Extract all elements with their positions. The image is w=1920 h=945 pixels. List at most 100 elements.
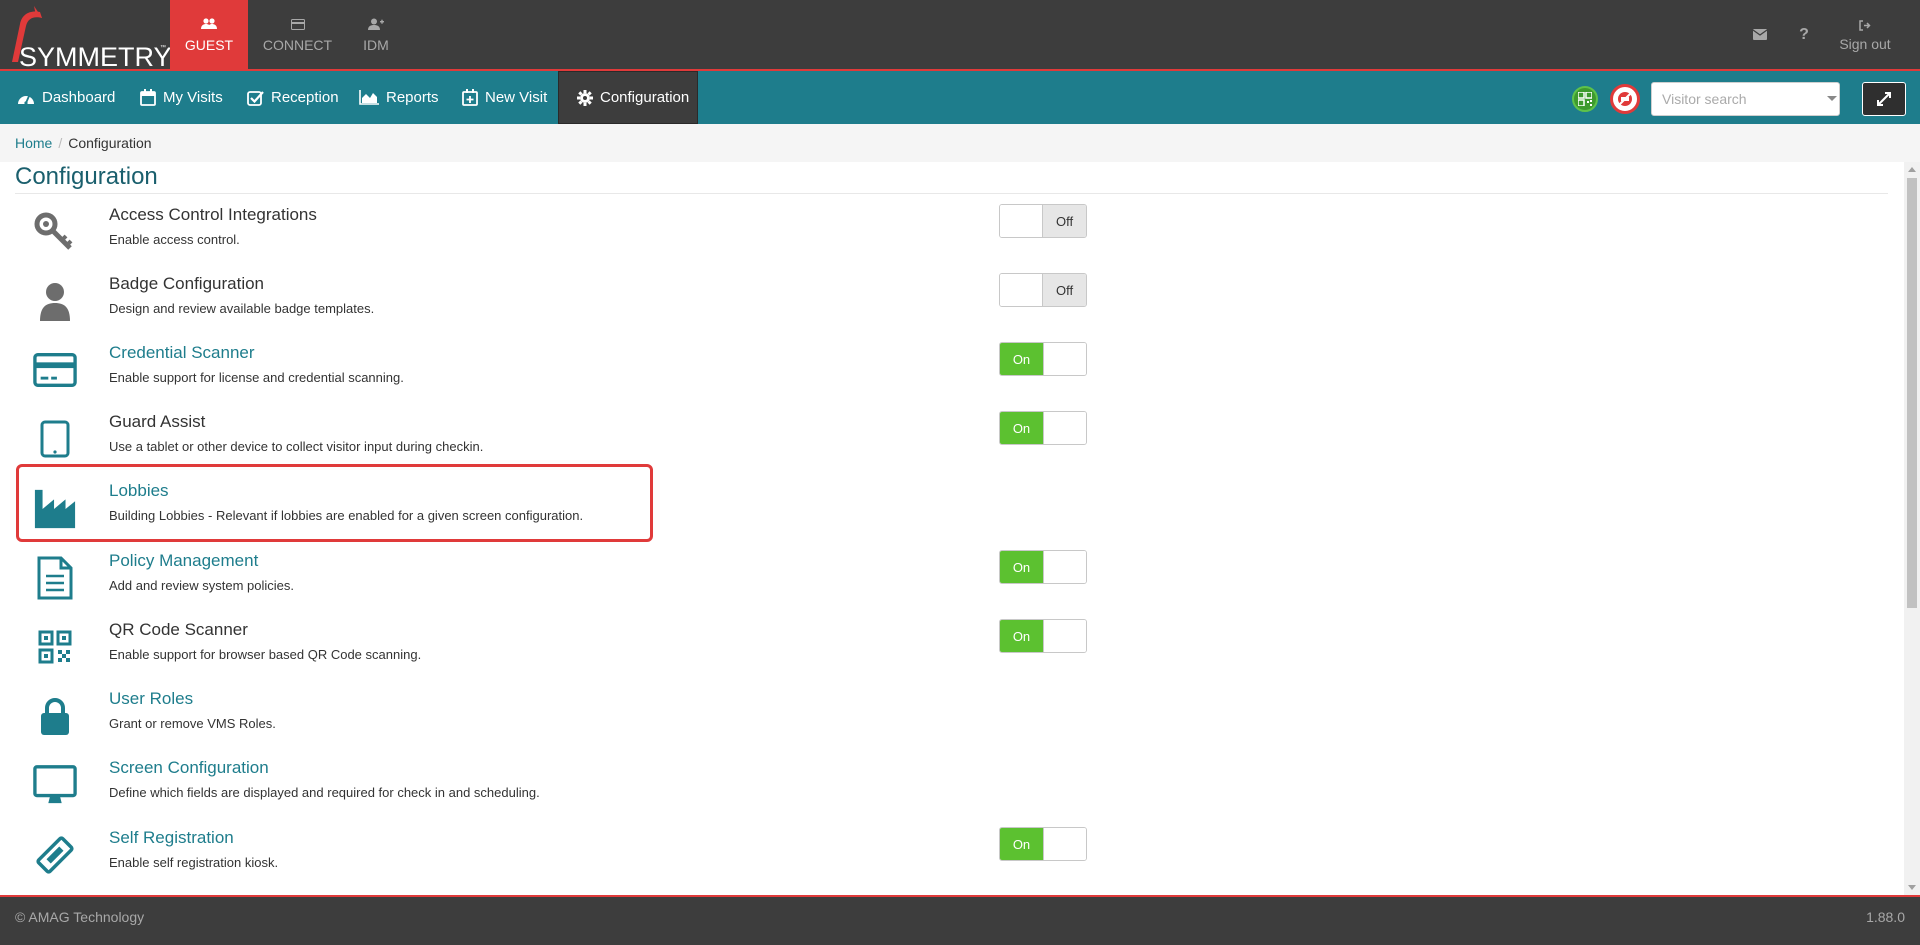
toggle-knob (1042, 551, 1086, 583)
policy-management-toggle[interactable]: On (999, 550, 1087, 584)
brand-tm: ™ (160, 45, 166, 51)
breadcrumb-current: Configuration (68, 135, 152, 151)
config-item-access-control: Access Control Integrations Enable acces… (15, 202, 1087, 266)
config-item-title[interactable]: Screen Configuration (109, 758, 269, 778)
config-item-screen-configuration: Screen Configuration Define which fields… (15, 755, 1085, 819)
question-icon: ? (1799, 25, 1809, 43)
nav-my-visits-label: My Visits (163, 89, 223, 106)
sign-out-icon (1859, 17, 1871, 33)
help-button[interactable]: ? (1792, 0, 1816, 69)
toggle-knob (1000, 205, 1044, 237)
breadcrumb: Home / Configuration (0, 124, 1920, 162)
toggle-state: On (1000, 412, 1043, 444)
tab-connect-label: CONNECT (262, 37, 333, 53)
footer-version: 1.88.0 (1866, 909, 1905, 925)
config-item-title[interactable]: Credential Scanner (109, 343, 255, 363)
brand-name: SYMMETRY (19, 42, 172, 72)
toggle-state: On (1000, 343, 1043, 375)
guard-assist-toggle[interactable]: On (999, 411, 1087, 445)
breadcrumb-home[interactable]: Home (15, 135, 52, 151)
sign-out-label: Sign out (1839, 36, 1891, 52)
page-title: Configuration (15, 163, 158, 190)
toggle-knob (1000, 274, 1044, 306)
nav-configuration-label: Configuration (600, 89, 690, 106)
scroll-up-arrow[interactable] (1908, 167, 1916, 172)
nav-configuration[interactable]: Configuration (558, 71, 698, 124)
qrcode-icon (1578, 92, 1592, 106)
tab-guest[interactable]: GUEST (170, 0, 248, 69)
config-item-desc: Building Lobbies - Relevant if lobbies a… (109, 508, 584, 523)
qr-code-scanner-toggle[interactable]: On (999, 619, 1087, 653)
config-item-title[interactable]: Lobbies (109, 481, 169, 501)
config-item-desc: Design and review available badge templa… (109, 301, 375, 316)
config-item-policy-management: Policy Management Add and review system … (15, 548, 1087, 612)
footer-copyright: © AMAG Technology (15, 909, 145, 925)
nav-new-visit[interactable]: New Visit (462, 71, 547, 124)
qrcode-icon (33, 625, 77, 669)
nav-reports-label: Reports (386, 89, 439, 106)
nav-reports[interactable]: Reports (359, 71, 439, 124)
symmetry-logo[interactable]: SYMMETRY ™ (6, 4, 172, 72)
config-item-lobbies: Lobbies Building Lobbies - Relevant if l… (15, 478, 1085, 542)
config-item-credential-scanner: Credential Scanner Enable support for li… (15, 340, 1087, 404)
gear-icon (577, 89, 593, 106)
no-entry-status[interactable] (1610, 84, 1640, 114)
badge-configuration-toggle[interactable]: Off (999, 273, 1087, 307)
nav-reception[interactable]: Reception (247, 71, 339, 124)
credential-scanner-toggle[interactable]: On (999, 342, 1087, 376)
no-entry-icon (1617, 91, 1633, 107)
toggle-knob (1042, 828, 1086, 860)
self-registration-toggle[interactable]: On (999, 827, 1087, 861)
card-icon (290, 16, 305, 32)
config-item-desc: Enable access control. (109, 232, 240, 247)
toggle-state: On (1000, 551, 1043, 583)
config-item-desc: Enable support for browser based QR Code… (109, 647, 422, 662)
config-item-desc: Grant or remove VMS Roles. (109, 716, 276, 731)
users-icon (201, 16, 217, 32)
config-item-desc: Use a tablet or other device to collect … (109, 439, 484, 454)
tab-guest-label: GUEST (184, 37, 234, 53)
toggle-state: On (1000, 620, 1043, 652)
monitor-icon (33, 763, 77, 807)
mail-button[interactable] (1748, 0, 1772, 69)
sign-out-button[interactable]: Sign out (1830, 0, 1900, 69)
nav-dashboard[interactable]: Dashboard (17, 71, 115, 124)
scroll-thumb[interactable] (1907, 178, 1917, 608)
config-item-guard-assist: Guard Assist Use a tablet or other devic… (15, 409, 1087, 473)
nav-my-visits[interactable]: My Visits (140, 71, 223, 124)
calendar-plus-icon (462, 89, 478, 106)
visitor-search-input[interactable] (1651, 82, 1840, 116)
config-item-self-registration: Self Registration Enable self registrati… (15, 825, 1087, 889)
config-item-desc: Add and review system policies. (109, 578, 294, 593)
chevron-down-icon[interactable] (1827, 96, 1837, 101)
lock-icon (33, 694, 77, 738)
content-scrollbar[interactable] (1904, 162, 1920, 895)
tablet-icon (33, 417, 77, 461)
config-item-title[interactable]: User Roles (109, 689, 193, 709)
config-item-title: Access Control Integrations (109, 205, 317, 224)
ticket-icon (33, 833, 77, 877)
config-item-desc: Enable support for license and credentia… (109, 370, 404, 385)
config-item-desc: Define which fields are displayed and re… (109, 785, 540, 800)
nav-reception-label: Reception (271, 89, 339, 106)
fullscreen-button[interactable] (1862, 82, 1906, 116)
calendar-icon (140, 89, 156, 106)
envelope-icon (1752, 27, 1768, 43)
top-bar: SYMMETRY ™ GUEST CONNECT IDM ? Sign out (0, 0, 1920, 72)
checkbox-icon (247, 90, 264, 106)
tab-idm[interactable]: IDM (352, 0, 400, 69)
user-plus-icon (368, 16, 384, 32)
tab-connect[interactable]: CONNECT (255, 0, 340, 69)
document-icon (33, 556, 77, 600)
key-icon (33, 210, 77, 254)
config-item-user-roles: User Roles Grant or remove VMS Roles. (15, 686, 1085, 750)
qr-scanner-status[interactable] (1572, 86, 1598, 112)
toggle-state: Off (1043, 274, 1086, 306)
config-item-title[interactable]: Policy Management (109, 551, 258, 571)
dashboard-icon (17, 91, 35, 105)
scroll-down-arrow[interactable] (1908, 885, 1916, 890)
access-control-toggle[interactable]: Off (999, 204, 1087, 238)
credit-card-icon (33, 348, 77, 392)
config-item-title[interactable]: Self Registration (109, 828, 234, 848)
title-divider (15, 193, 1888, 194)
